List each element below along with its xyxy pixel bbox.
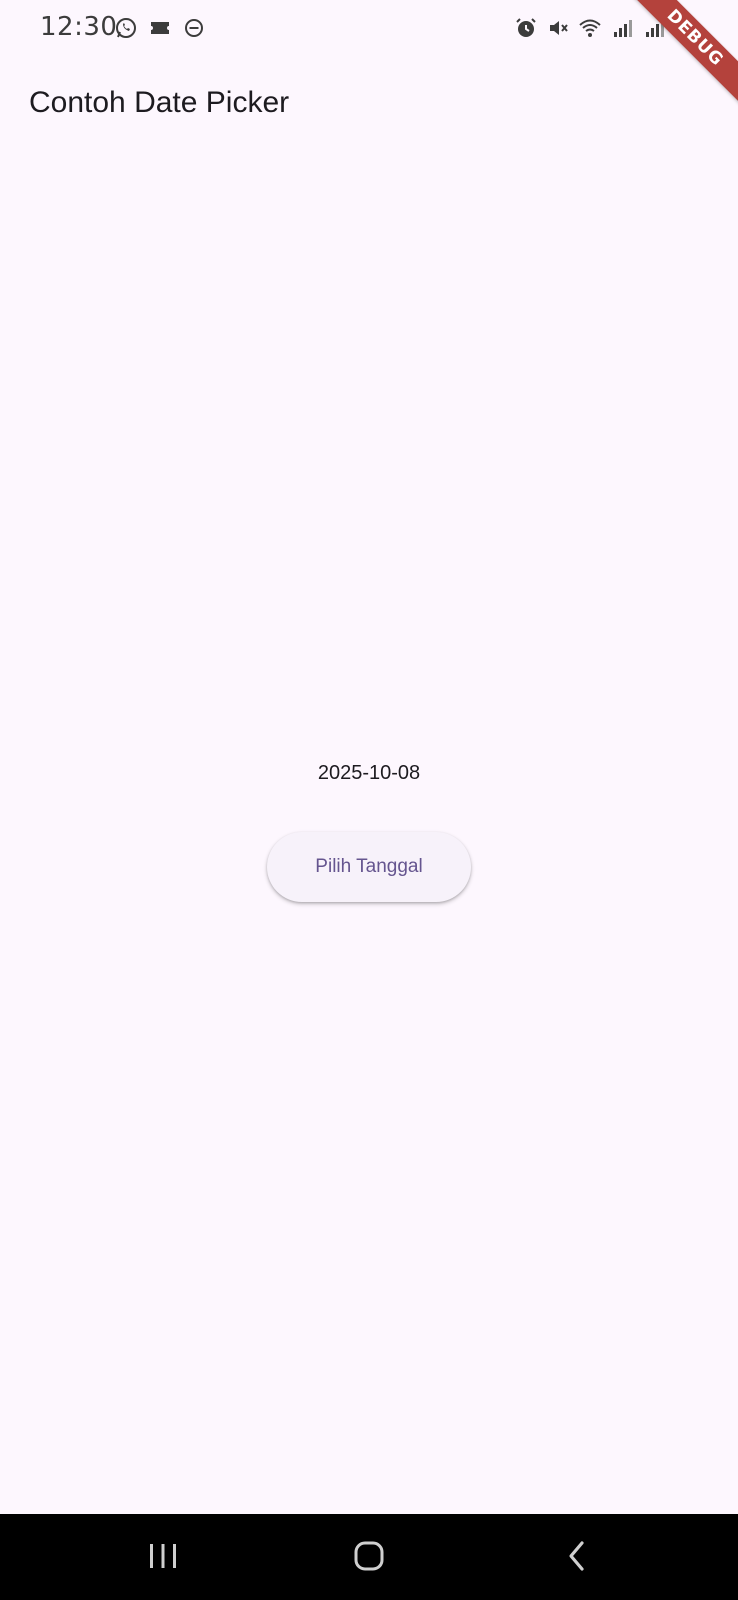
back-button[interactable] xyxy=(545,1534,609,1578)
home-icon xyxy=(354,1541,384,1571)
do-not-disturb-icon xyxy=(182,16,206,40)
status-bar: 12:30 xyxy=(0,0,738,56)
home-button[interactable] xyxy=(337,1534,401,1578)
whatsapp-icon xyxy=(114,16,138,40)
wifi-icon xyxy=(578,16,602,40)
status-time: 12:30 xyxy=(40,12,118,42)
status-left-icons xyxy=(114,16,206,40)
alarm-icon xyxy=(514,16,538,40)
recent-apps-icon xyxy=(150,1544,176,1568)
signal-icon xyxy=(610,16,634,40)
recent-apps-button[interactable] xyxy=(131,1534,195,1578)
main-content: 2025-10-08 Pilih Tanggal xyxy=(0,160,738,1514)
navigation-bar xyxy=(0,1514,738,1600)
back-icon xyxy=(569,1541,584,1571)
mute-icon xyxy=(546,16,570,40)
pick-date-button[interactable]: Pilih Tanggal xyxy=(267,832,471,902)
ticket-icon xyxy=(148,16,172,40)
app-bar: Contoh Date Picker xyxy=(0,56,738,160)
app-title: Contoh Date Picker xyxy=(29,86,290,119)
selected-date-text: 2025-10-08 xyxy=(317,762,421,784)
